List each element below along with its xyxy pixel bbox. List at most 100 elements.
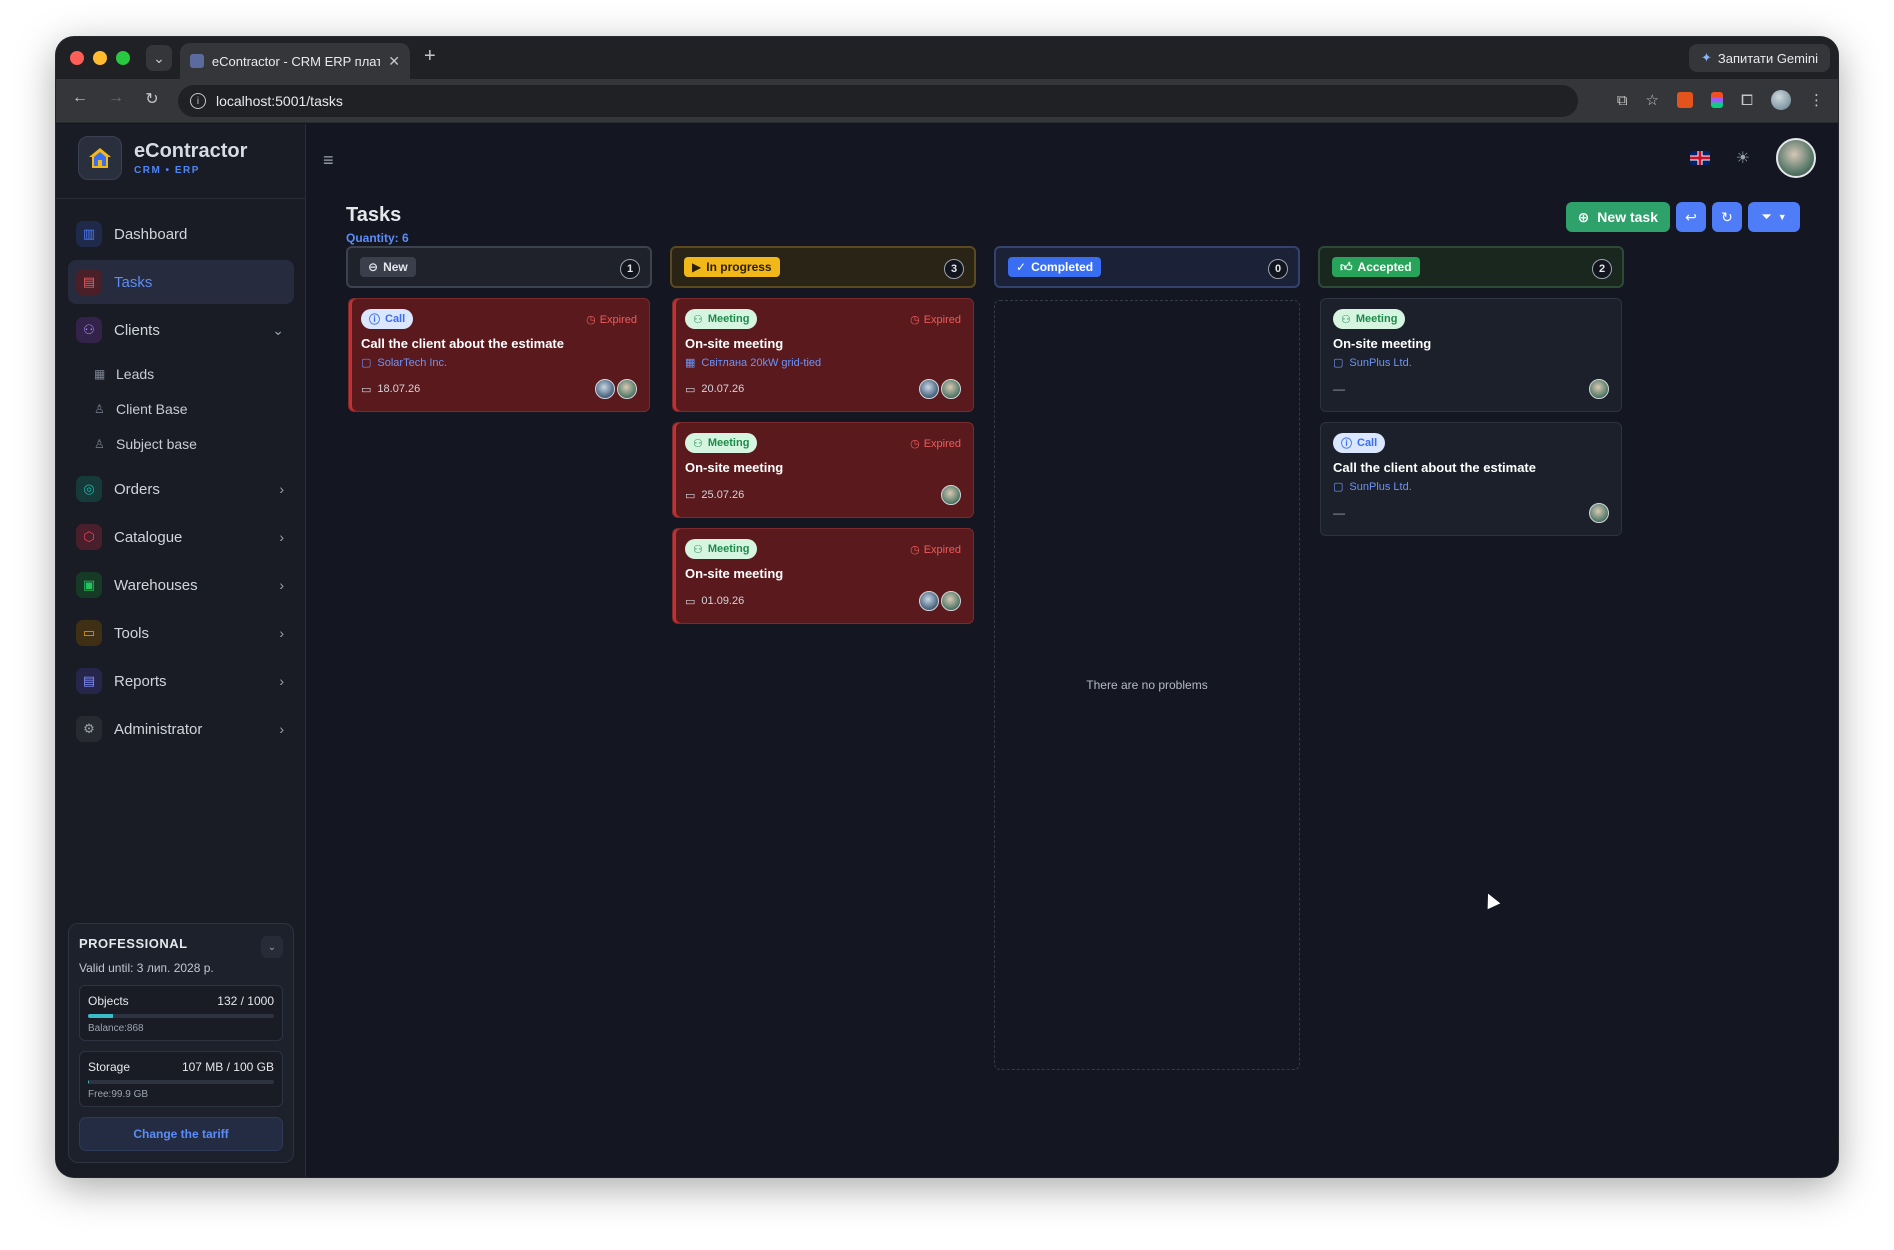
- task-card[interactable]: ⚇ Meeting ◷ Expired On-site meeting ▭ 25…: [672, 422, 974, 518]
- undo-icon: ↩: [1685, 208, 1697, 225]
- site-info-icon[interactable]: i: [190, 93, 206, 109]
- filter-button[interactable]: ⏷ ▼: [1748, 202, 1800, 232]
- expired-badge: ◷ Expired: [586, 313, 637, 327]
- task-title: On-site meeting: [685, 460, 784, 475]
- menu-toggle-icon[interactable]: ≡: [323, 150, 334, 171]
- expired-label: Expired: [923, 437, 961, 450]
- sidebar-item-administrator[interactable]: ⚙ Administrator ›: [68, 707, 294, 751]
- new-task-button[interactable]: ⊕ New task: [1565, 202, 1670, 232]
- column-header: ⊖ New 1: [346, 246, 652, 288]
- task-card[interactable]: ⓘ Call Call the client about the estimat…: [1320, 422, 1622, 536]
- task-title: On-site meeting: [685, 336, 784, 351]
- extension-orange-icon[interactable]: [1676, 92, 1693, 108]
- browser-tab[interactable]: eContractor - CRM ERP платф ✕: [180, 43, 410, 79]
- sidebar-item-label: Warehouses: [114, 576, 198, 594]
- task-client[interactable]: ▢ SunPlus Ltd.: [1333, 356, 1609, 370]
- avatar[interactable]: [941, 379, 961, 399]
- avatar[interactable]: [919, 379, 939, 399]
- calendar-icon: ▭: [685, 383, 696, 396]
- profile-avatar[interactable]: [1771, 90, 1791, 110]
- bookmark-star-icon[interactable]: ☆: [1646, 91, 1659, 109]
- new-tab-icon[interactable]: +: [424, 45, 436, 68]
- calendar-icon: ▭: [685, 489, 696, 502]
- minimize-window-button[interactable]: [93, 51, 107, 65]
- install-app-icon[interactable]: ⧉: [1617, 92, 1628, 109]
- avatar[interactable]: [941, 485, 961, 505]
- task-date: ▭ 20.07.26: [685, 383, 744, 396]
- caret-down-icon: ▼: [1777, 212, 1787, 222]
- avatar[interactable]: [941, 591, 961, 611]
- change-tariff-button[interactable]: Change the tariff: [79, 1117, 283, 1151]
- play-icon: ▶: [692, 260, 702, 274]
- refresh-icon: ↻: [1721, 208, 1733, 225]
- new-task-label: New task: [1597, 209, 1658, 225]
- reload-icon[interactable]: ↻: [140, 89, 164, 109]
- user-avatar[interactable]: [1776, 138, 1816, 178]
- task-title: Call the client about the estimate: [1333, 460, 1536, 475]
- chart-bars-icon: ▥: [76, 221, 102, 247]
- building-icon: ▦: [685, 357, 696, 369]
- avatar[interactable]: [617, 379, 637, 399]
- task-card[interactable]: ⚇ Meeting ◷ Expired On-site meeting ▦ Св…: [672, 298, 974, 412]
- back-arrow-icon[interactable]: ←: [68, 89, 92, 107]
- expired-label: Expired: [923, 313, 961, 326]
- sidebar-item-tools[interactable]: ▭ Tools ›: [68, 611, 294, 655]
- close-window-button[interactable]: [70, 51, 84, 65]
- storage-usage: Storage 107 MB / 100 GB Free:99.9 GB: [79, 1051, 283, 1107]
- plus-circle-icon: ⊕: [1577, 208, 1590, 225]
- avatar[interactable]: [1589, 379, 1609, 399]
- task-type-label: Call: [385, 313, 406, 325]
- sidebar: eContractor CRM • ERP ▥ Dashboard ▤ Task…: [56, 124, 306, 1177]
- forward-arrow-icon[interactable]: →: [104, 89, 128, 107]
- avatar[interactable]: [1589, 503, 1609, 523]
- url-field[interactable]: i localhost:5001/tasks: [178, 85, 1578, 117]
- task-object[interactable]: ▦ Світлана 20kW grid-tied: [685, 356, 961, 370]
- expired-label: Expired: [923, 543, 961, 556]
- brand[interactable]: eContractor CRM • ERP: [78, 136, 247, 180]
- sidebar-subitem-leads[interactable]: ▦ Leads: [94, 356, 294, 391]
- browser-window: ⌄ eContractor - CRM ERP платф ✕ + ✦ Запи…: [56, 37, 1838, 1177]
- empty-drop-zone[interactable]: There are no problems: [994, 300, 1300, 1070]
- avatar[interactable]: [919, 591, 939, 611]
- expired-badge: ◷ Expired: [910, 543, 961, 557]
- figma-extension-icon[interactable]: [1710, 92, 1723, 108]
- gemini-button[interactable]: ✦ Запитати Gemini: [1688, 44, 1830, 72]
- orders-icon: ◎: [76, 476, 102, 502]
- task-client[interactable]: ▢ SolarTech Inc.: [361, 356, 637, 370]
- maximize-window-button[interactable]: [116, 51, 130, 65]
- sidebar-subitem-subject-base[interactable]: ♙ Subject base: [94, 426, 294, 461]
- avatar[interactable]: [595, 379, 615, 399]
- expired-label: Expired: [599, 313, 637, 326]
- browser-menu-icon[interactable]: ⋮: [1809, 91, 1824, 109]
- assignees: [595, 379, 637, 399]
- extensions-puzzle-icon[interactable]: ⧠: [1741, 92, 1753, 109]
- sidebar-item-clients[interactable]: ⚇ Clients ⌄: [68, 308, 294, 352]
- task-card[interactable]: ⚇ Meeting ◷ Expired On-site meeting ▭ 01…: [672, 528, 974, 624]
- task-client[interactable]: ▢ SunPlus Ltd.: [1333, 480, 1609, 494]
- refresh-button[interactable]: ↻: [1712, 202, 1742, 232]
- chevron-down-icon[interactable]: ⌄: [261, 936, 283, 958]
- person-icon: ♙: [94, 436, 105, 451]
- task-card[interactable]: ⓘ Call ◷ Expired Call the client about t…: [348, 298, 650, 412]
- chevron-right-icon: ›: [279, 481, 284, 497]
- sidebar-item-label: Administrator: [114, 720, 203, 738]
- column-header: ✓ Completed 0: [994, 246, 1300, 288]
- uk-flag-icon[interactable]: [1689, 151, 1710, 165]
- task-title: On-site meeting: [685, 566, 784, 581]
- sidebar-item-orders[interactable]: ◎ Orders ›: [68, 467, 294, 511]
- assignees: [919, 379, 961, 399]
- sidebar-item-catalogue[interactable]: ⬡ Catalogue ›: [68, 515, 294, 559]
- task-card[interactable]: ⚇ Meeting On-site meeting ▢ SunPlus Ltd.…: [1320, 298, 1622, 412]
- sidebar-item-reports[interactable]: ▤ Reports ›: [68, 659, 294, 703]
- status-badge: ⊖ New: [360, 257, 416, 277]
- tab-search-icon[interactable]: ⌄: [146, 45, 172, 71]
- sidebar-item-warehouses[interactable]: ▣ Warehouses ›: [68, 563, 294, 607]
- theme-sun-icon[interactable]: ☀: [1736, 148, 1750, 168]
- sidebar-item-dashboard[interactable]: ▥ Dashboard: [68, 212, 294, 256]
- close-tab-icon[interactable]: ✕: [388, 53, 400, 70]
- warehouse-icon: ▣: [76, 572, 102, 598]
- sidebar-subitem-client-base[interactable]: ♙ Client Base: [94, 391, 294, 426]
- sidebar-item-tasks[interactable]: ▤ Tasks: [68, 260, 294, 304]
- undo-button[interactable]: ↩: [1676, 202, 1706, 232]
- building-icon: ▢: [1333, 357, 1344, 369]
